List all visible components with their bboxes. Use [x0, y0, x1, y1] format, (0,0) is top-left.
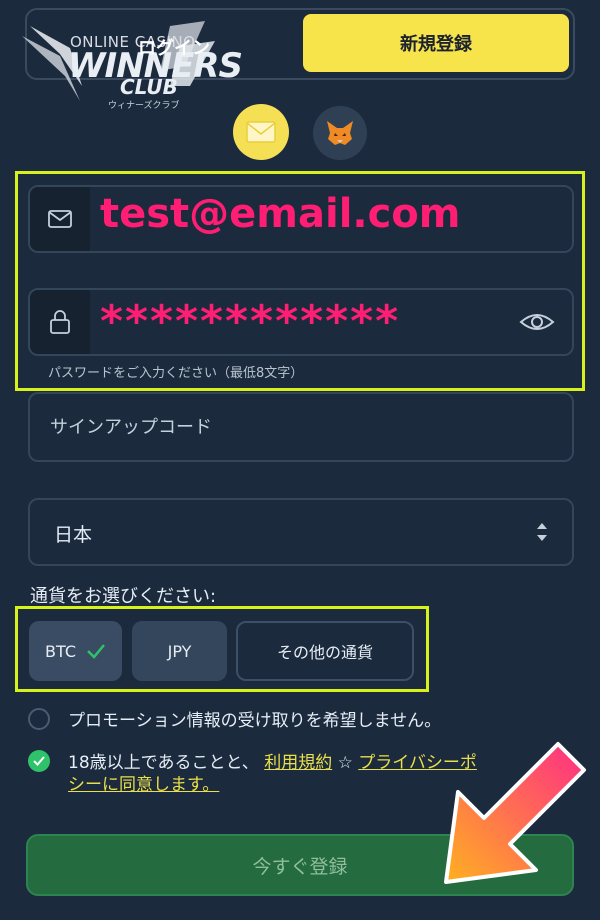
- country-select[interactable]: [28, 498, 574, 566]
- agree-text-line2: シーに同意します。: [68, 770, 219, 795]
- highlight-frame-currency: [15, 606, 429, 692]
- highlight-frame-credentials: [15, 171, 585, 391]
- country-value: 日本: [54, 524, 93, 546]
- promo-optout-checkbox[interactable]: [28, 708, 50, 730]
- logo-club-text: CLUB: [120, 75, 178, 99]
- terms-link[interactable]: 利用規約: [264, 753, 332, 773]
- logo-kana-text: ウィナーズクラブ: [108, 101, 180, 111]
- tab-register[interactable]: 新規登録: [303, 14, 569, 72]
- annotation-arrow-icon: [444, 742, 586, 884]
- currency-label: 通貨をお選びください:: [30, 586, 217, 607]
- tab-register-label: 新規登録: [400, 34, 472, 55]
- signup-code-placeholder: サインアップコード: [50, 417, 212, 438]
- promo-optout-label: プロモーション情報の受け取りを希望しません。: [68, 711, 442, 731]
- email-method-button[interactable]: [233, 104, 289, 160]
- tab-login[interactable]: ログイン: [138, 34, 210, 60]
- metamask-method-button[interactable]: [313, 106, 367, 160]
- privacy-link-part2[interactable]: シーに同意します。: [68, 775, 219, 795]
- checkmark-icon: [33, 756, 45, 766]
- envelope-icon: [246, 121, 276, 143]
- metamask-fox-icon: [327, 121, 353, 145]
- register-now-label: 今すぐ登録: [252, 855, 348, 878]
- star-symbol: ☆: [337, 753, 353, 773]
- agree-checkbox[interactable]: [28, 750, 50, 772]
- select-arrows-icon: [537, 523, 547, 541]
